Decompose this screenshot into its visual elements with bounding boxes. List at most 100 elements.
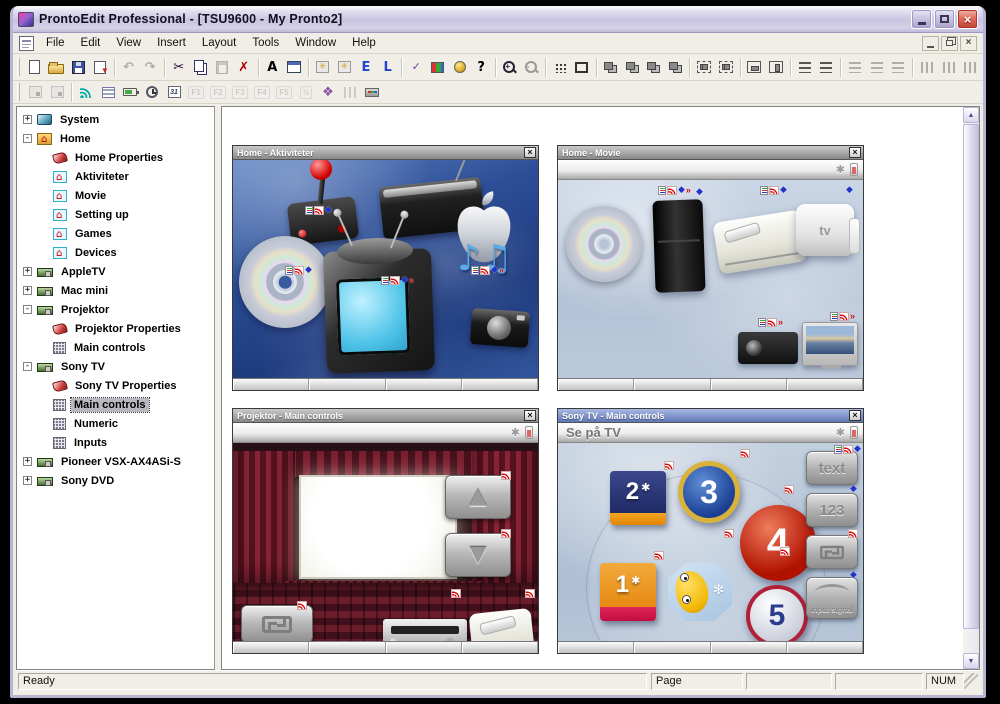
close-button[interactable]: × [957,9,978,29]
tree-item-sony-tv[interactable]: -Sony TV [17,357,214,376]
expand-icon[interactable]: + [23,286,32,295]
previous-page-link-button[interactable] [24,82,46,103]
preset-2-button[interactable]: 2✱ [610,471,666,525]
scrollbar-thumb[interactable] [963,124,979,629]
preset-1-button[interactable]: 1✱ [600,563,656,621]
center-vertical-button[interactable] [765,57,787,78]
tree-item-sony-dvd[interactable]: +Sony DVD [17,471,214,490]
minimize-button[interactable] [911,9,932,29]
collapse-icon[interactable]: - [23,134,32,143]
ungroup-button[interactable] [715,57,737,78]
make-same-size-button[interactable] [959,57,981,78]
print-page-button[interactable] [361,82,383,103]
new-file-button[interactable] [24,57,46,78]
half-page-button[interactable]: ½ [295,82,317,103]
align-middle-button[interactable] [866,57,888,78]
cut-button[interactable]: ✂ [168,57,190,78]
font-button[interactable]: A [262,57,284,78]
tree-item-sony-tv-properties[interactable]: Sony TV Properties [17,376,214,395]
page-close-icon[interactable]: × [849,147,861,158]
page-close-icon[interactable]: × [524,147,536,158]
page-close-icon[interactable]: × [524,410,536,421]
tree-item-main-controls[interactable]: Main controls [17,395,214,414]
apple-tv-button[interactable]: tv [796,204,854,256]
page-window-titlebar[interactable]: Home - Aktiviteter × [233,146,538,160]
space-down-button[interactable] [938,57,960,78]
projector-button[interactable] [738,332,798,364]
menu-item-window[interactable]: Window [287,35,344,51]
bring-to-front-button[interactable] [600,57,622,78]
tree-item-pioneer-vsx-ax4asi-s[interactable]: +Pioneer VSX-AX4ASi-S [17,452,214,471]
add-page-button[interactable]: ✳ [312,57,334,78]
mdi-restore-button[interactable] [941,36,958,51]
tree-item-games[interactable]: Games [17,224,214,243]
expand-icon[interactable]: + [23,457,32,466]
tree-item-numeric[interactable]: Numeric [17,414,214,433]
menu-item-insert[interactable]: Insert [149,35,194,51]
tree-item-system[interactable]: +System [17,110,214,129]
menu-item-tools[interactable]: Tools [244,35,287,51]
send-backward-button[interactable] [665,57,687,78]
tree-item-main-controls[interactable]: Main controls [17,338,214,357]
cd-button[interactable] [239,236,331,328]
resize-grip[interactable] [964,673,978,690]
firm-key-4-button[interactable]: F4 [251,82,273,103]
cheese-tv-button[interactable]: ✻ [668,563,732,621]
playstation-button[interactable] [652,199,705,293]
vertical-scrollbar[interactable]: ▲ ▼ [963,107,979,669]
expand-icon[interactable]: + [23,476,32,485]
align-top-button[interactable] [844,57,866,78]
grid-button[interactable] [549,57,571,78]
picture-format-button[interactable] [241,605,313,643]
dvd-button[interactable] [566,206,642,282]
tree-item-projektor[interactable]: -Projektor [17,300,214,319]
screen-down-button[interactable]: ▼ [445,533,511,577]
group-button[interactable] [693,57,715,78]
mdi-close-button[interactable]: × [960,36,977,51]
calendar-button[interactable]: 31 [163,82,185,103]
open-file-button[interactable] [46,57,68,78]
menu-item-layout[interactable]: Layout [194,35,245,51]
page-window-titlebar[interactable]: Projektor - Main controls × [233,409,538,423]
toolbar-grip[interactable] [17,58,20,76]
center-horizontal-button[interactable] [744,57,766,78]
properties-button[interactable] [283,57,305,78]
browser-button[interactable] [449,57,471,78]
channel-3-button[interactable]: 3 [678,461,740,523]
clock-button[interactable] [141,82,163,103]
tag-label-button[interactable]: ❖ [317,82,339,103]
align-left-button[interactable] [794,57,816,78]
tree-item-projektor-properties[interactable]: Projektor Properties [17,319,214,338]
tree-item-aktiviteter[interactable]: Aktiviteter [17,167,214,186]
space-across-button[interactable] [916,57,938,78]
tree-item-home-properties[interactable]: Home Properties [17,148,214,167]
expand-icon[interactable]: + [23,115,32,124]
snap-frame-button[interactable] [571,57,593,78]
firm-key-3-button[interactable]: F3 [229,82,251,103]
download-to-pronto-button[interactable] [89,57,111,78]
ir-signal-button[interactable] [339,82,361,103]
firm-key-2-button[interactable]: F2 [207,82,229,103]
menu-item-file[interactable]: File [38,35,73,51]
mdi-minimize-button[interactable] [922,36,939,51]
screen-up-button[interactable]: ▲ [445,475,511,519]
firm-key-1-button[interactable]: F1 [185,82,207,103]
scroll-down-icon[interactable]: ▼ [963,653,979,669]
input-signal-button[interactable]: input signal [806,577,858,619]
toolbar-grip[interactable] [17,83,20,101]
edit-labels-button[interactable]: L [377,57,399,78]
tree-item-setting-up[interactable]: Setting up [17,205,214,224]
page-close-icon[interactable]: × [849,410,861,421]
tree-item-devices[interactable]: Devices [17,243,214,262]
zoom-out-button[interactable]: - [521,57,543,78]
numpad-button[interactable]: 123 [806,493,858,527]
align-bottom-button[interactable] [887,57,909,78]
delete-button[interactable]: ✗ [233,57,255,78]
teletext-button[interactable]: text [806,451,858,485]
camera-button[interactable] [470,308,530,348]
wifi-status-button[interactable] [75,82,97,103]
tree-item-home[interactable]: -Home [17,129,214,148]
flat-tv-button[interactable] [802,322,858,366]
tv-button[interactable] [323,248,435,374]
zoom-in-button[interactable]: + [499,57,521,78]
